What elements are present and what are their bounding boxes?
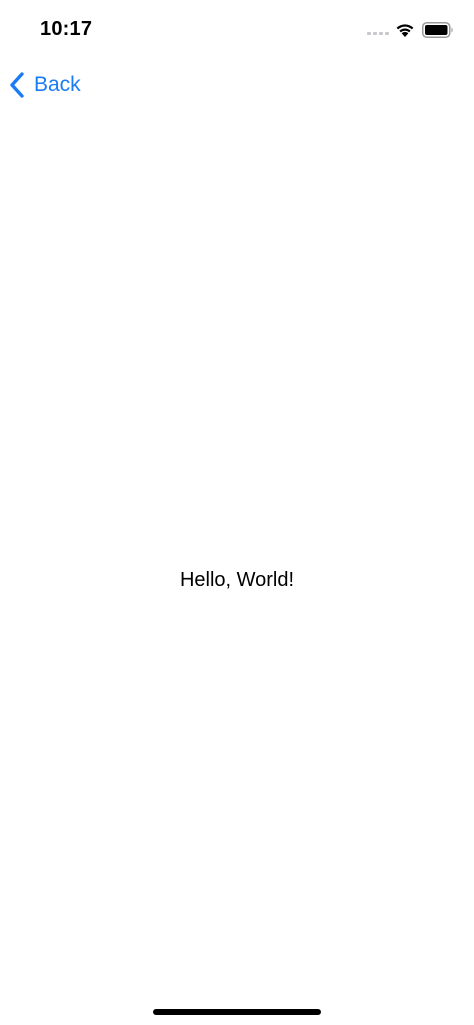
battery-icon	[422, 22, 453, 38]
chevron-left-icon	[10, 72, 24, 98]
hello-world-text: Hello, World!	[179, 568, 295, 591]
back-button-label: Back	[34, 73, 81, 96]
wifi-icon	[396, 24, 414, 37]
cellular-signal-icon	[367, 32, 389, 36]
status-bar: 10:17	[0, 0, 474, 60]
back-button[interactable]: Back	[8, 68, 81, 102]
main-content: Hello, World!	[0, 560, 474, 600]
navigation-bar: Back	[0, 60, 474, 110]
home-indicator[interactable]	[153, 1009, 321, 1015]
status-time: 10:17	[40, 18, 93, 40]
